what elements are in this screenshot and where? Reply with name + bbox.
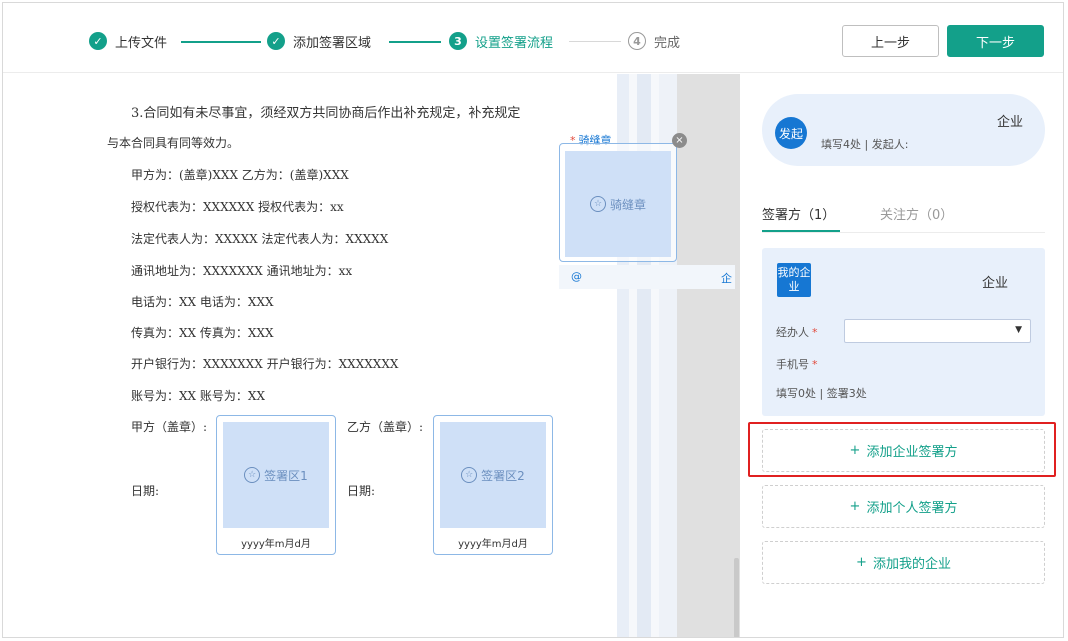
- doc-line: 甲方为：(盖章)XXX 乙方为：(盖章)XXX: [131, 168, 349, 182]
- my-enterprise-badge: 我的企业: [777, 263, 811, 297]
- next-button[interactable]: 下一步: [947, 25, 1044, 57]
- seam-seal-signer-bar: @ 企: [559, 265, 735, 289]
- at-icon: @: [571, 270, 582, 283]
- step-label: 完成: [654, 35, 681, 51]
- step-connector: [181, 41, 261, 43]
- signer-stats: 填写0处 | 签署3处: [776, 387, 867, 400]
- step-finish: 4 完成: [628, 31, 680, 51]
- document-gutter: [677, 74, 740, 637]
- close-icon[interactable]: ×: [672, 133, 687, 148]
- step-upload: ✓ 上传文件: [89, 31, 167, 51]
- initiator-info: 填写4处 | 发起人:: [821, 138, 909, 151]
- signer-card: 我的企业 企业 经办人 * ▼ 手机号 * 填写0处 | 签署3处: [762, 248, 1045, 416]
- party-b-label: 乙方（盖章）:: [347, 420, 424, 434]
- date-label: 日期:: [131, 484, 160, 498]
- initiator-company: 企业: [997, 115, 1024, 130]
- sign-area-label: 签署区2: [481, 468, 525, 483]
- party-a-label: 甲方（盖章）:: [131, 420, 208, 434]
- seam-seal-placeholder: ☆ 骑缝章: [565, 151, 671, 257]
- app-window: ✓ 上传文件 ✓ 添加签署区域 3 设置签署流程 4 完成 上一步 下一步 3.…: [2, 2, 1064, 638]
- handler-label: 经办人 *: [776, 326, 818, 339]
- doc-line: 电话为：XX 电话为：XXX: [131, 295, 274, 309]
- sign-area-1[interactable]: ☆ 签署区1 yyyy年m月d月: [216, 415, 336, 555]
- step-label: 设置签署流程: [475, 35, 554, 51]
- signer-company: 企业: [982, 276, 1009, 291]
- handler-select[interactable]: ▼: [844, 319, 1031, 343]
- sign-area-label: 签署区1: [264, 468, 308, 483]
- date-label: 日期:: [347, 484, 376, 498]
- signing-flow-panel: 发起 企业 填写4处 | 发起人: 签署方（1） 关注方（0） 我的企业 企业 …: [741, 74, 1063, 637]
- seam-seal-box[interactable]: ☆ 骑缝章: [559, 143, 677, 262]
- caret-down-icon: ▼: [1015, 325, 1022, 335]
- step-header: ✓ 上传文件 ✓ 添加签署区域 3 设置签署流程 4 完成 上一步 下一步: [3, 3, 1063, 73]
- prev-button[interactable]: 上一步: [842, 25, 939, 57]
- doc-line: 3.合同如有未尽事宜，须经双方共同协商后作出补充规定，补充规定: [131, 106, 521, 121]
- initiator-card: 发起 企业 填写4处 | 发起人:: [762, 94, 1045, 166]
- step-label: 添加签署区域: [293, 35, 372, 51]
- tab-followers[interactable]: 关注方（0）: [880, 204, 953, 223]
- sign-area-placeholder: ☆ 签署区2: [440, 422, 546, 528]
- tab-divider: [762, 232, 1045, 233]
- seal-icon: ☆: [589, 196, 606, 212]
- plus-icon: +: [856, 555, 867, 570]
- add-my-enterprise-button[interactable]: + 添加我的企业: [762, 541, 1045, 584]
- date-format: yyyy年m月d月: [458, 539, 528, 550]
- initiator-badge: 发起: [775, 117, 807, 149]
- phone-label: 手机号 *: [776, 358, 818, 371]
- active-tab-indicator: [762, 230, 840, 232]
- sign-area-placeholder: ☆ 签署区1: [223, 422, 329, 528]
- step-set-flow: 3 设置签署流程: [449, 31, 553, 51]
- step-label: 上传文件: [115, 35, 168, 51]
- plus-icon: +: [849, 499, 861, 514]
- step-connector: [389, 41, 441, 43]
- doc-line: 授权代表为：XXXXXX 授权代表为：xx: [131, 200, 344, 214]
- seal-icon: ☆: [244, 467, 261, 483]
- step-number-icon: 3: [449, 32, 467, 50]
- check-icon: ✓: [267, 32, 285, 50]
- doc-line: 通讯地址为：XXXXXXX 通讯地址为：xx: [131, 264, 353, 278]
- enterprise-tag: 企: [721, 272, 732, 285]
- step-number-icon: 4: [628, 32, 646, 50]
- doc-line: 账号为：XX 账号为：XX: [131, 389, 265, 403]
- document-scrollbar[interactable]: [734, 558, 739, 637]
- sign-area-2[interactable]: ☆ 签署区2 yyyy年m月d月: [433, 415, 553, 555]
- doc-line: 与本合同具有同等效力。: [107, 136, 240, 150]
- step-connector: [569, 41, 621, 42]
- check-icon: ✓: [89, 32, 107, 50]
- highlight-box: [748, 422, 1056, 477]
- step-add-sign-area: ✓ 添加签署区域: [267, 31, 371, 51]
- doc-line: 法定代表人为：XXXXX 法定代表人为：XXXXX: [131, 232, 389, 246]
- seal-icon: ☆: [461, 467, 478, 483]
- date-format: yyyy年m月d月: [241, 539, 311, 550]
- doc-line: 传真为：XX 传真为：XXX: [131, 326, 274, 340]
- tab-signers[interactable]: 签署方（1）: [762, 204, 835, 223]
- seam-seal-label: 骑缝章: [609, 197, 646, 212]
- add-personal-signer-button[interactable]: + 添加个人签署方: [762, 485, 1045, 528]
- doc-line: 开户银行为：XXXXXXX 开户银行为：XXXXXXX: [131, 357, 399, 371]
